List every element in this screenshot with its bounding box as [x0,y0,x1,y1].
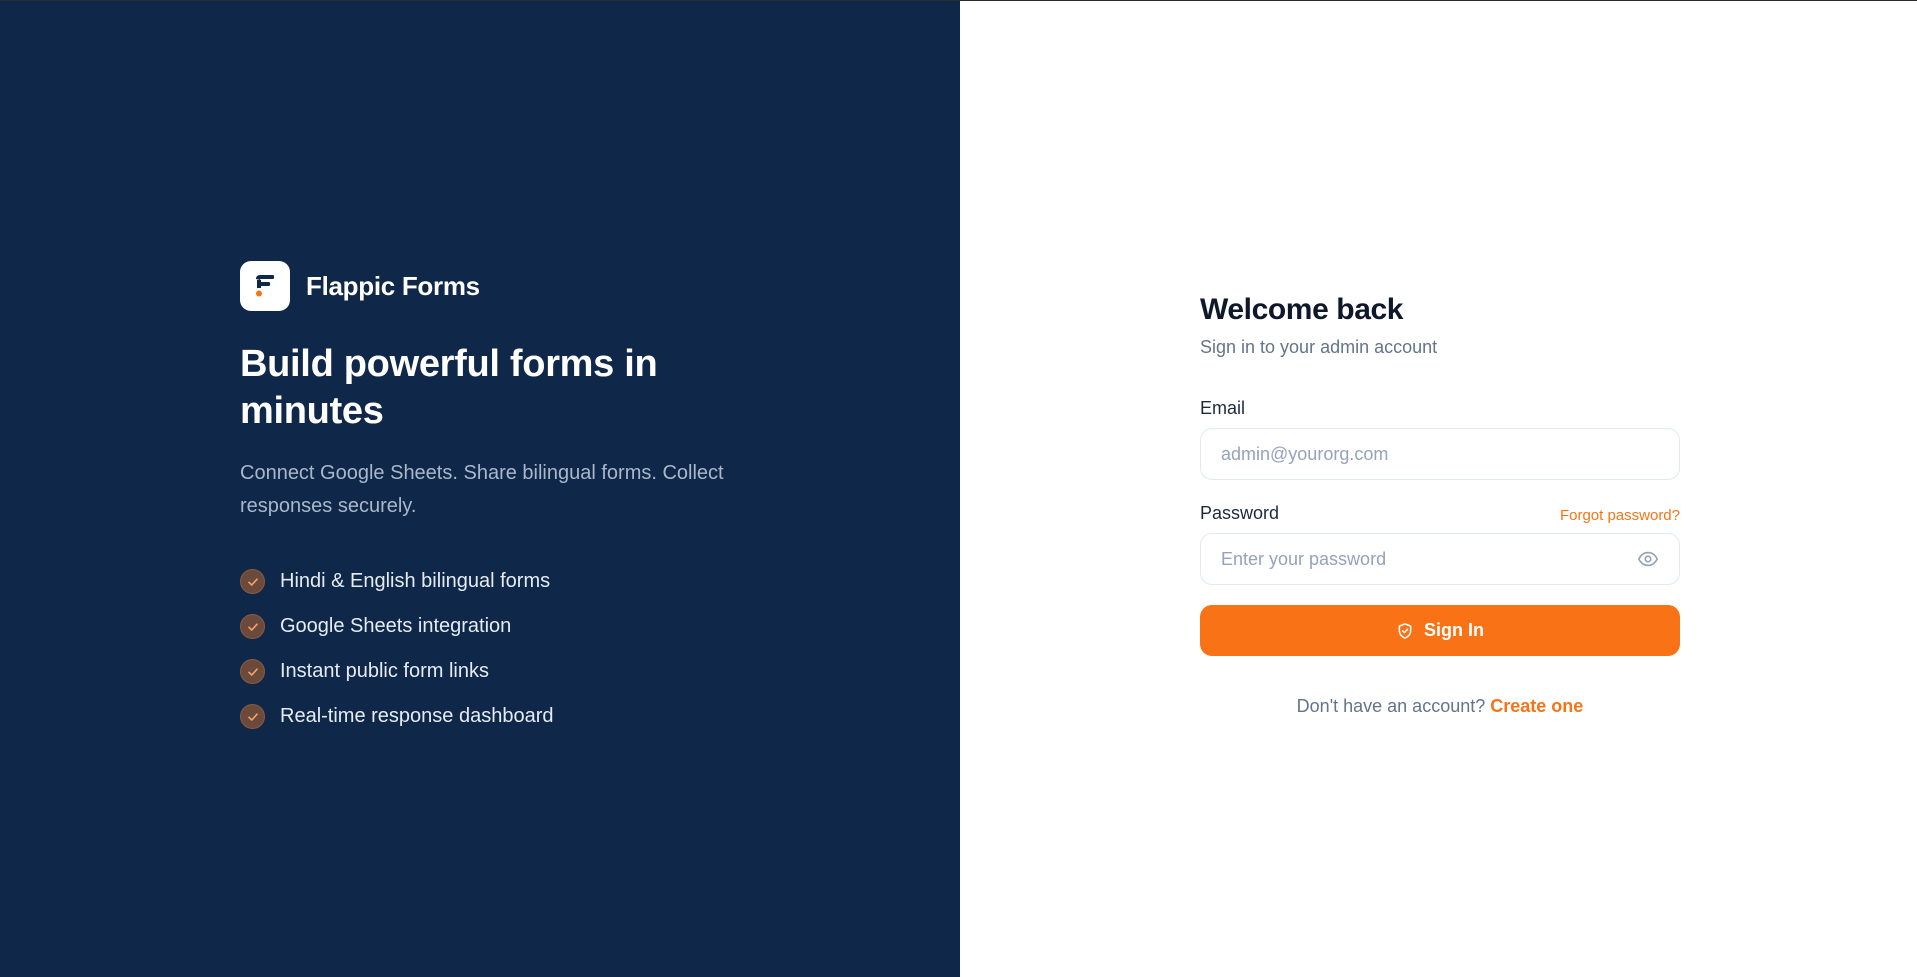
feature-item: Real-time response dashboard [240,694,760,739]
email-field-wrapper [1200,428,1680,480]
brand: Flappic Forms [240,261,760,311]
check-circle-icon [240,614,265,639]
forgot-password-link[interactable]: Forgot password? [1560,507,1680,524]
email-label-row: Email [1200,398,1680,419]
check-circle-icon [240,704,265,729]
feature-item: Google Sheets integration [240,604,760,649]
sign-in-button[interactable]: Sign In [1200,605,1680,656]
signup-prompt-row: Don't have an account? Create one [1200,696,1680,717]
feature-label: Hindi & English bilingual forms [280,570,551,592]
hero-headline: Build powerful forms in minutes [240,343,658,432]
branding-panel: Flappic Forms Build powerful forms in mi… [0,1,960,977]
password-field-wrapper [1200,533,1680,585]
brand-name: Flappic Forms [306,270,480,301]
sign-in-label: Sign In [1424,620,1484,640]
feature-label: Instant public form links [280,660,489,682]
eye-icon[interactable] [1637,548,1659,570]
email-field[interactable] [1221,443,1659,465]
check-circle-icon [240,659,265,684]
branding-content: Flappic Forms Build powerful forms in mi… [240,261,760,739]
feature-label: Real-time response dashboard [280,705,554,727]
email-label: Email [1200,398,1246,418]
password-label-row: Password Forgot password? [1200,503,1680,524]
login-panel: Welcome back Sign in to your admin accou… [960,1,1917,977]
feature-item: Instant public form links [240,649,760,694]
create-account-link[interactable]: Create one [1490,696,1583,716]
login-form: Welcome back Sign in to your admin accou… [1200,293,1680,717]
login-title: Welcome back [1200,293,1404,326]
login-subtitle: Sign in to your admin account [1200,337,1438,357]
hero-tagline: Connect Google Sheets. Share bilingual f… [240,462,724,517]
shield-check-icon [1396,622,1414,640]
flappic-f-logo-icon [240,261,290,311]
password-label: Password [1200,503,1280,523]
password-field[interactable] [1221,548,1637,570]
feature-list: Hindi & English bilingual forms Google S… [240,559,760,739]
signup-prompt: Don't have an account? [1296,696,1486,716]
check-circle-icon [240,569,265,594]
feature-item: Hindi & English bilingual forms [240,559,760,604]
feature-label: Google Sheets integration [280,615,512,637]
